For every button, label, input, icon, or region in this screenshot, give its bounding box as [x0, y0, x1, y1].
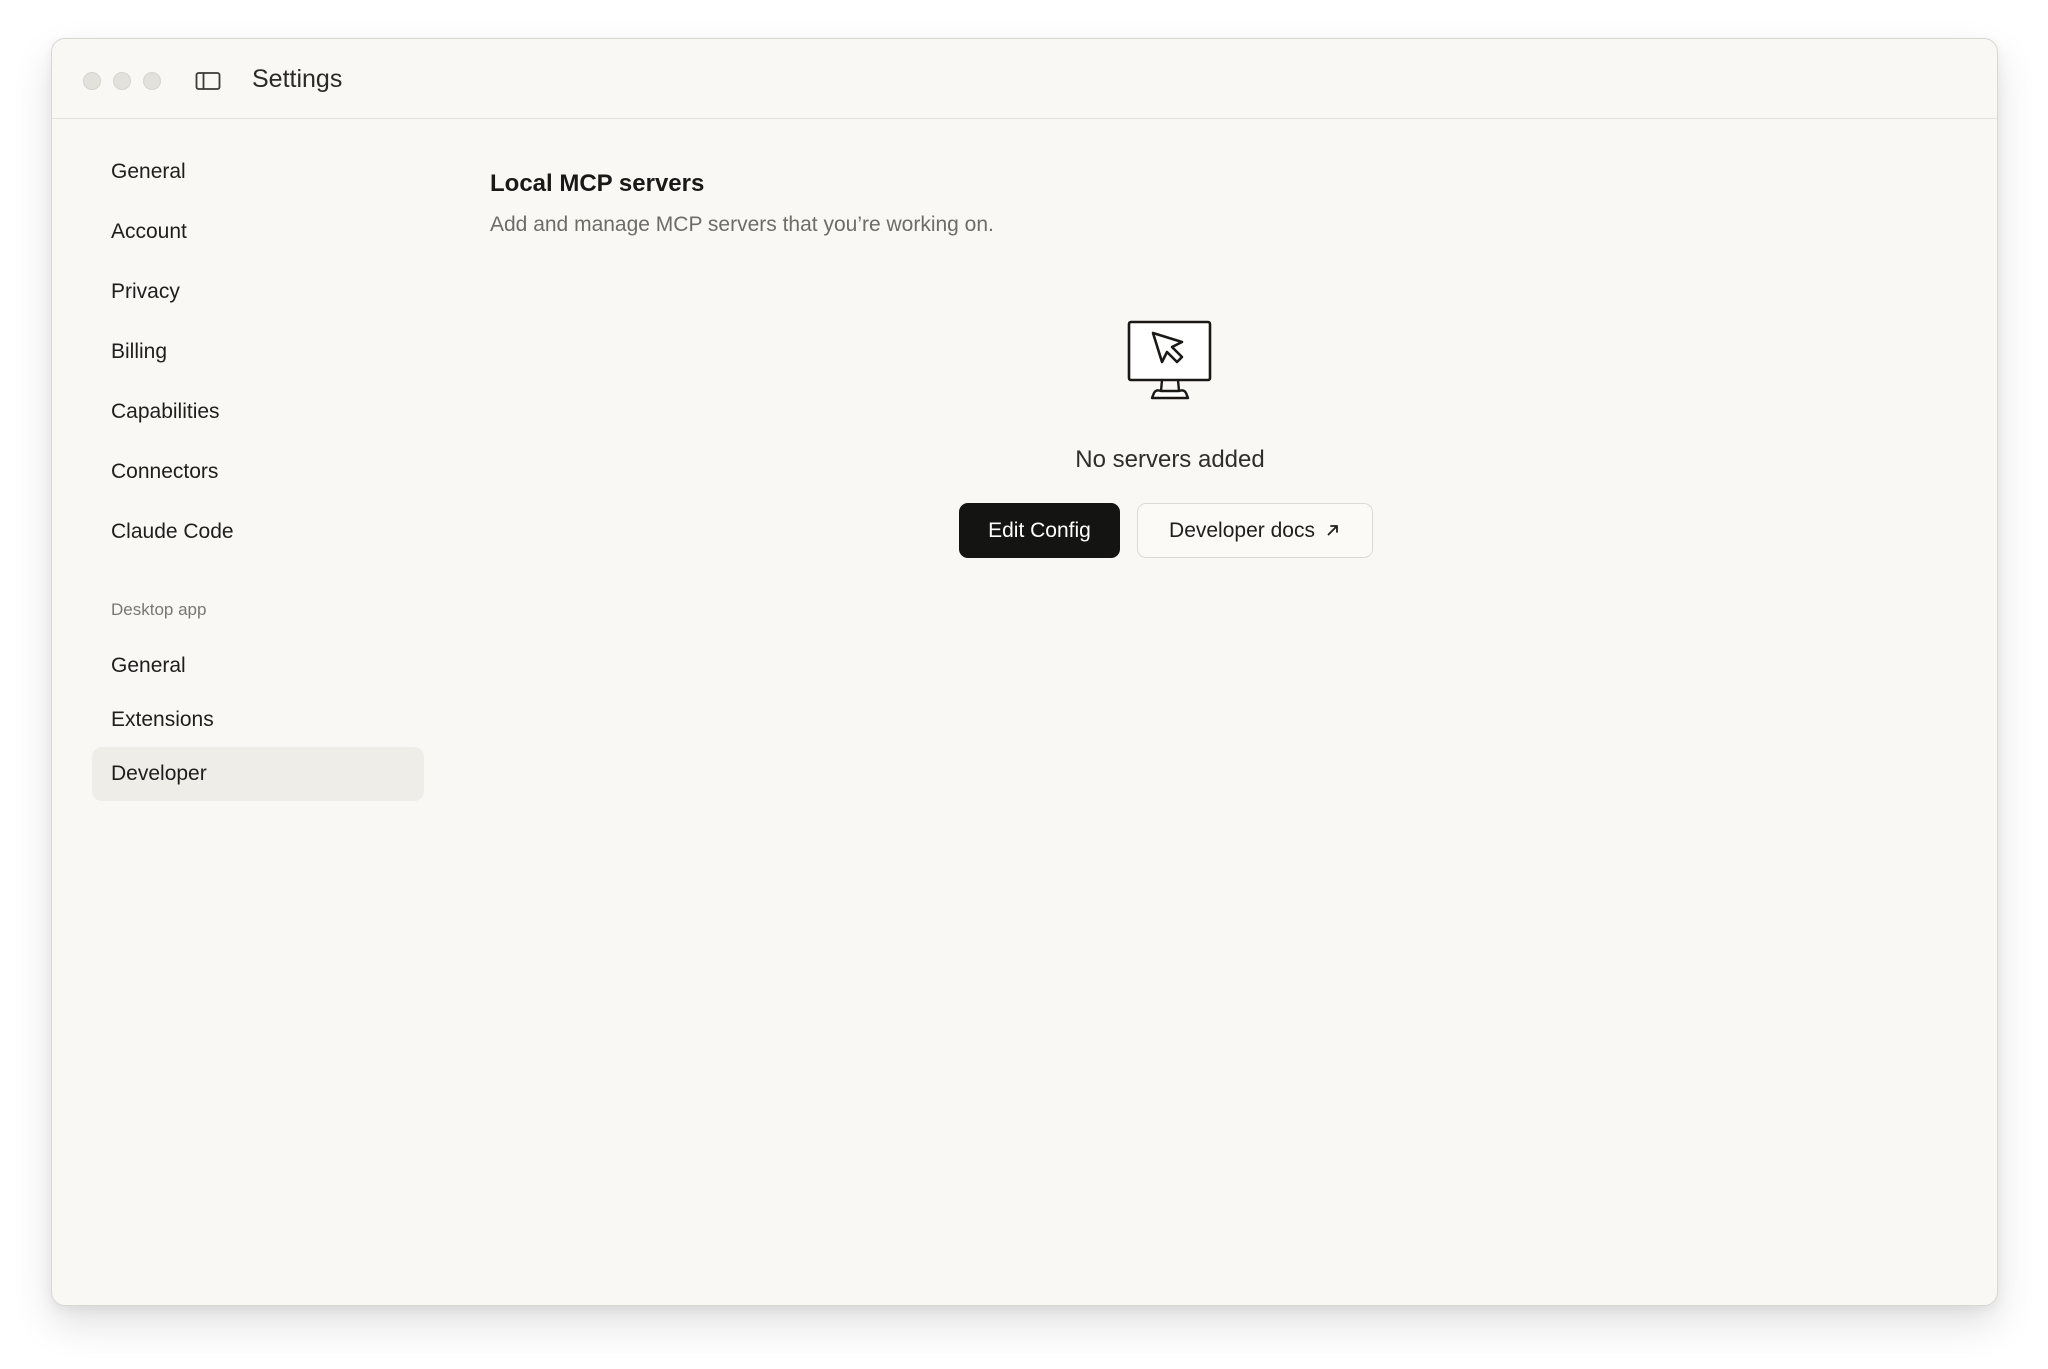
- developer-docs-button[interactable]: Developer docs: [1137, 503, 1373, 558]
- sidebar-toggle-icon[interactable]: [195, 70, 221, 92]
- zoom-window-button[interactable]: [143, 72, 161, 90]
- sidebar-item-developer[interactable]: Developer: [92, 747, 424, 801]
- sidebar-item-account[interactable]: Account: [92, 205, 424, 259]
- developer-settings-panel: Local MCP servers Add and manage MCP ser…: [490, 119, 1997, 1305]
- sidebar-item-connectors[interactable]: Connectors: [92, 445, 424, 499]
- desktop-app-section-label: Desktop app: [111, 600, 207, 619]
- minimize-window-button[interactable]: [113, 72, 131, 90]
- title-bar: Settings: [52, 39, 1997, 119]
- page-title: Local MCP servers: [490, 170, 705, 197]
- sidebar-item-billing[interactable]: Billing: [92, 325, 424, 379]
- external-link-icon: [1325, 505, 1341, 536]
- sidebar-item-privacy[interactable]: Privacy: [92, 265, 424, 319]
- settings-window: Settings General Account Privacy Billing…: [51, 38, 1998, 1306]
- monitor-cursor-icon: [1126, 319, 1214, 405]
- page-subtitle: Add and manage MCP servers that you’re w…: [490, 213, 994, 236]
- sidebar-item-general[interactable]: General: [92, 145, 424, 199]
- sidebar-item-claude-code[interactable]: Claude Code: [92, 505, 424, 559]
- edit-config-label: Edit Config: [988, 519, 1091, 542]
- empty-state-text: No servers added: [1075, 446, 1265, 473]
- developer-docs-label: Developer docs: [1169, 519, 1315, 542]
- edit-config-button[interactable]: Edit Config: [959, 503, 1120, 558]
- close-window-button[interactable]: [83, 72, 101, 90]
- sidebar-item-desktop-general[interactable]: General: [92, 639, 424, 693]
- sidebar-item-capabilities[interactable]: Capabilities: [92, 385, 424, 439]
- sidebar-item-extensions[interactable]: Extensions: [92, 693, 424, 747]
- window-title: Settings: [252, 65, 343, 93]
